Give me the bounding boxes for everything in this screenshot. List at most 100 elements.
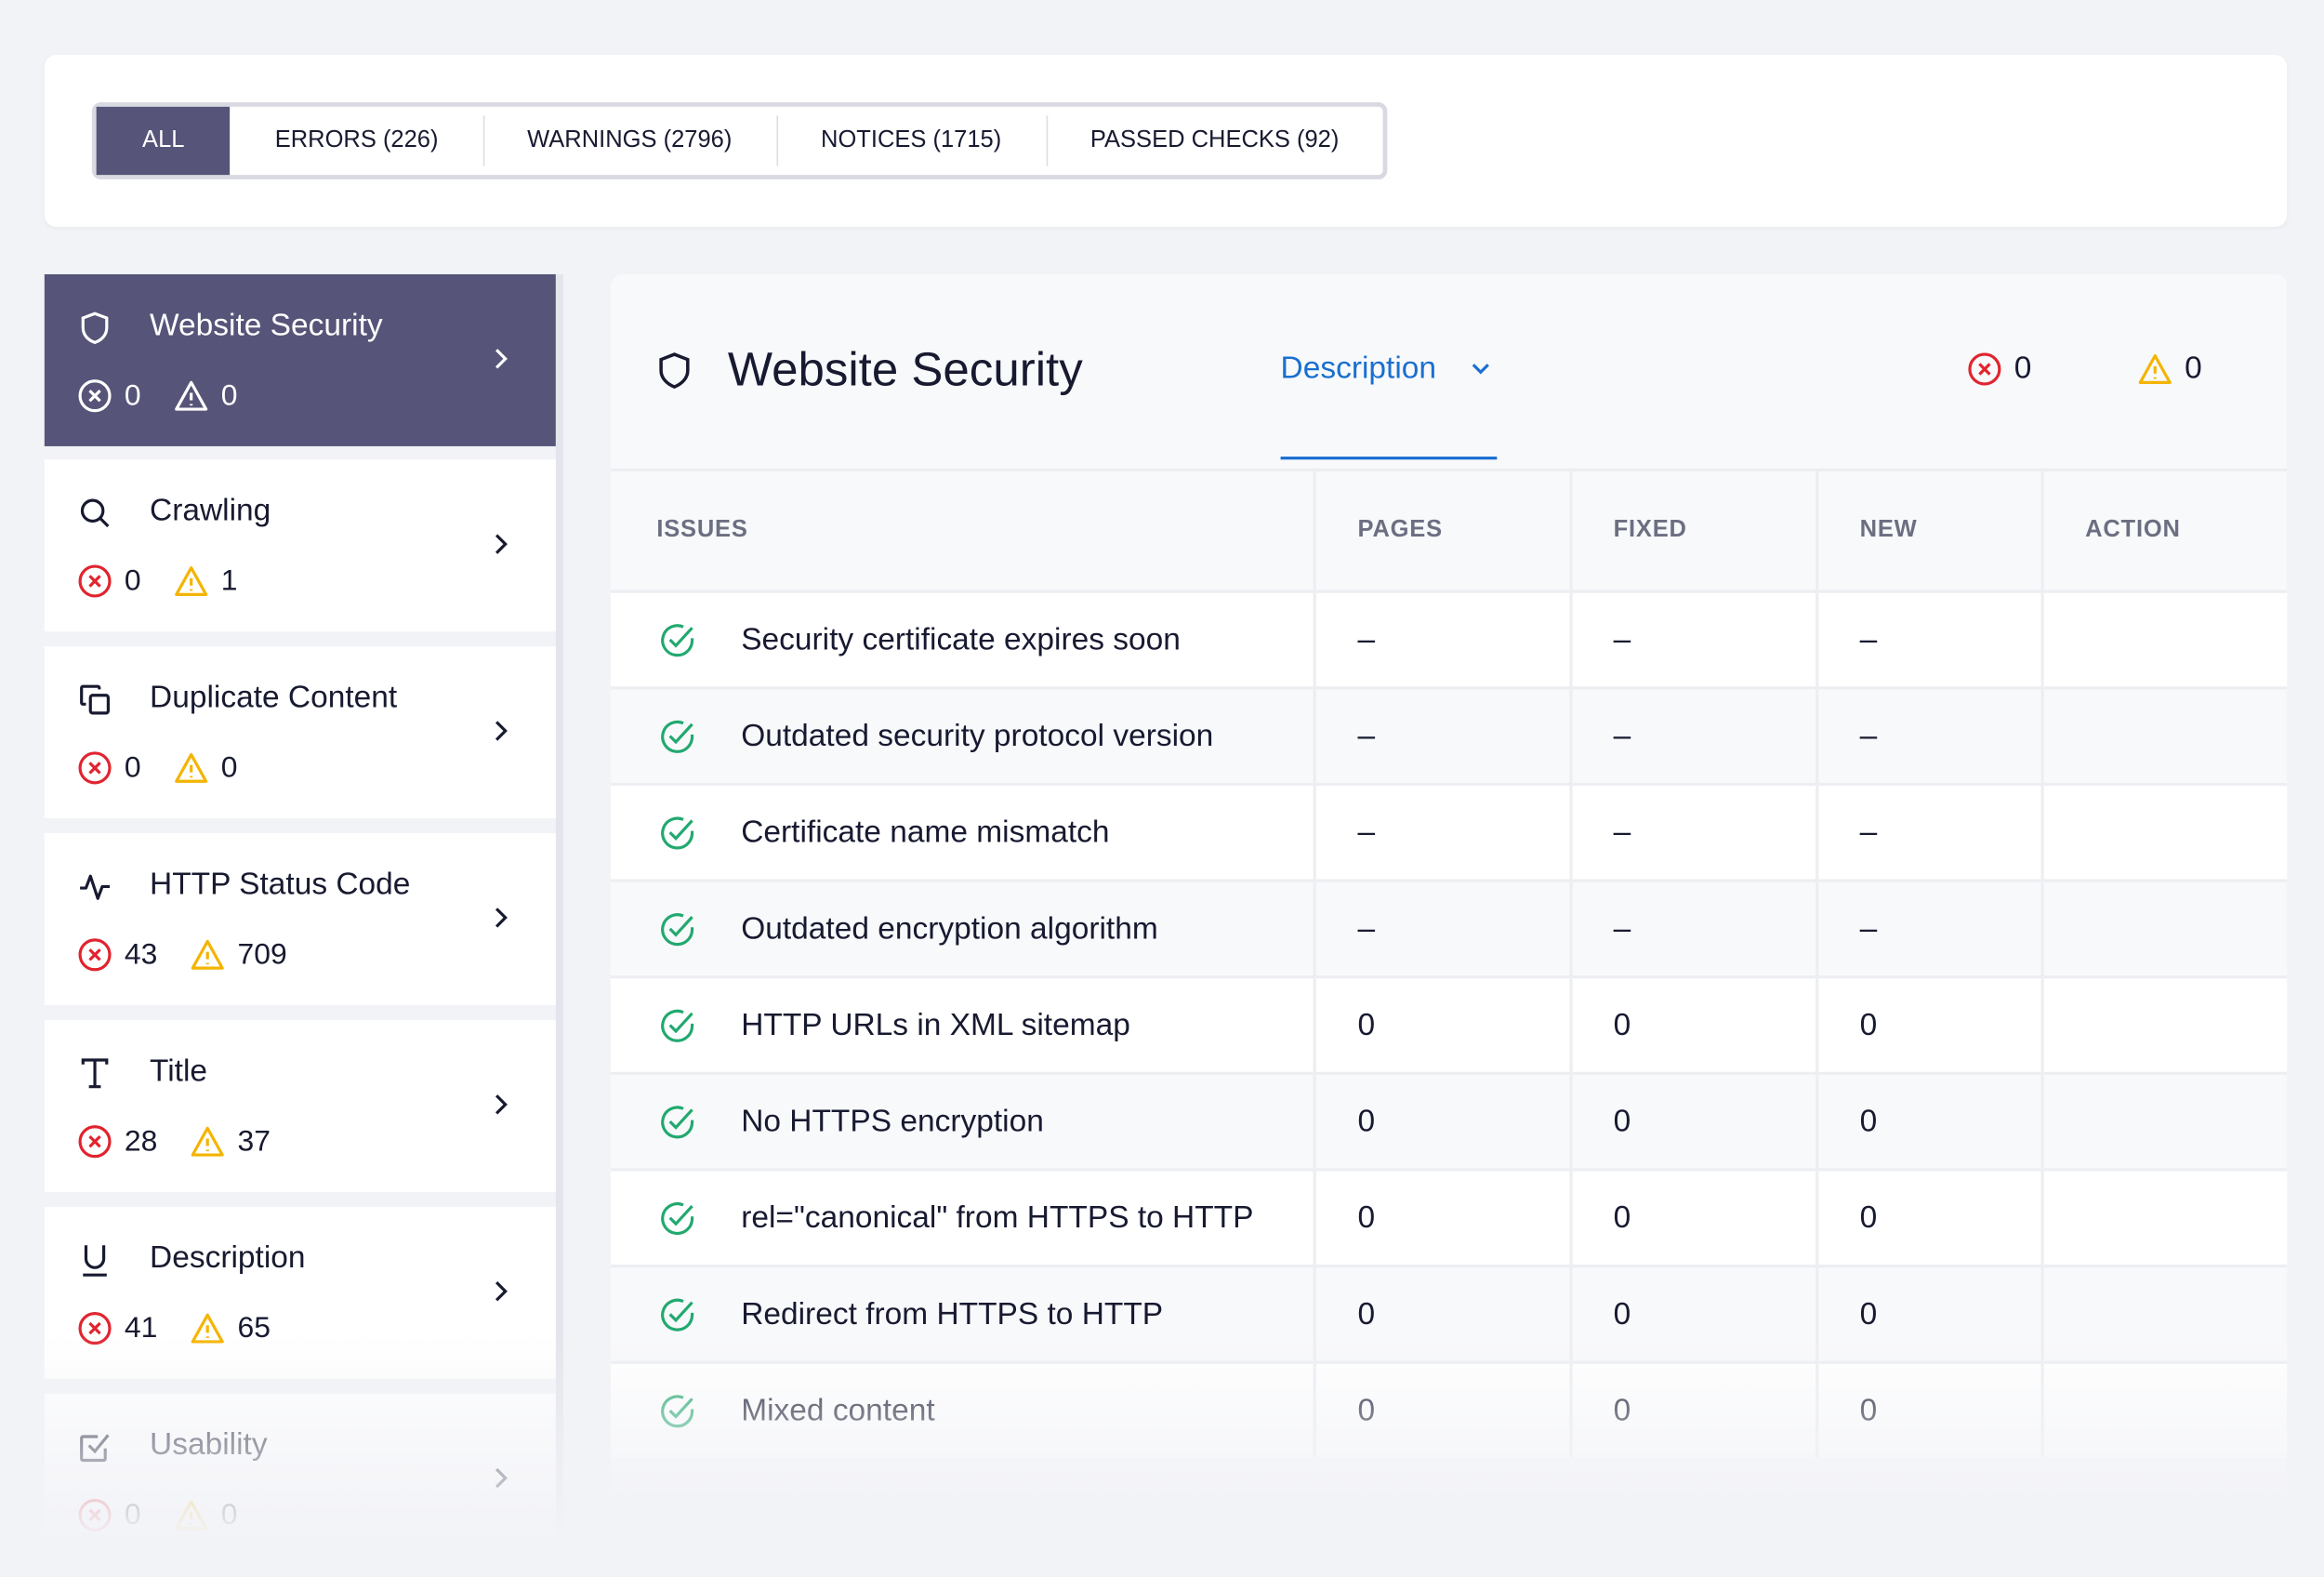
copy-icon xyxy=(80,684,110,715)
sidebar-item-crawling[interactable]: Crawling 0 1 xyxy=(44,459,556,632)
issue-cell: Outdated encryption algorithm xyxy=(610,879,1315,977)
warning-count: 0 xyxy=(220,378,238,412)
chevron-right-icon xyxy=(495,534,508,554)
issue-link[interactable]: Outdated encryption algorithm xyxy=(741,911,1158,947)
action-cell xyxy=(2040,975,2288,1074)
action-cell xyxy=(2040,879,2288,977)
chevron-right-icon xyxy=(495,1281,508,1302)
warning-icon xyxy=(191,939,225,970)
chevron-right-icon xyxy=(495,721,508,741)
sidebar-item-counts: 0 0 xyxy=(77,750,238,786)
tab-notices[interactable]: NOTICES (1715) xyxy=(776,107,1046,175)
issue-link[interactable]: Mixed content xyxy=(741,1393,934,1428)
table-row: HTTP URLs in XML sitemap 0 0 0 xyxy=(610,975,2288,1074)
sidebar-item-duplicate-content[interactable]: Duplicate Content 0 0 xyxy=(44,646,556,819)
new-cell: 0 xyxy=(1815,975,2042,1074)
description-label: Description xyxy=(1280,351,1437,386)
column-header-fixed: FIXED xyxy=(1568,471,1817,592)
table-row: Outdated encryption algorithm – – – xyxy=(610,879,2288,977)
sidebar-item-usability[interactable]: Usability 0 0 xyxy=(44,1393,556,1566)
issues-table: ISSUES PAGES FIXED NEW ACTION Security certi… xyxy=(610,471,2288,1458)
action-cell xyxy=(2040,1071,2288,1170)
action-cell xyxy=(2040,1265,2288,1363)
check-circle-icon xyxy=(661,1201,694,1235)
pages-cell: – xyxy=(1313,590,1571,688)
pages-cell: – xyxy=(1313,686,1571,785)
issue-cell: Security certificate expires soon xyxy=(610,590,1315,688)
issue-link[interactable]: Outdated security protocol version xyxy=(741,718,1213,753)
tab-errors[interactable]: ERRORS (226) xyxy=(231,107,482,175)
sidebar-item-website-security[interactable]: Website Security 0 0 xyxy=(44,273,556,446)
tab-warnings[interactable]: WARNINGS (2796) xyxy=(482,107,776,175)
error-icon xyxy=(78,1498,112,1532)
chevron-down-icon xyxy=(1472,364,1489,375)
table-row: Outdated security protocol version – – – xyxy=(610,686,2288,785)
new-cell: 0 xyxy=(1815,1071,2042,1170)
chevron-right-icon xyxy=(495,349,508,369)
check-circle-icon xyxy=(661,623,694,656)
error-icon xyxy=(78,938,112,972)
new-cell: – xyxy=(1815,686,2042,785)
chevron-right-icon xyxy=(495,1094,508,1115)
action-cell xyxy=(2040,1360,2288,1458)
error-count: 0 xyxy=(124,563,141,597)
issue-link[interactable]: Security certificate expires soon xyxy=(741,622,1181,657)
table-row: rel="canonical" from HTTPS to HTTP 0 0 0 xyxy=(610,1168,2288,1266)
fixed-cell: 0 xyxy=(1568,975,1817,1074)
issue-link[interactable]: Redirect from HTTPS to HTTP xyxy=(741,1296,1163,1332)
fixed-cell: 0 xyxy=(1568,1360,1817,1458)
search-icon xyxy=(80,498,110,528)
error-count: 0 xyxy=(124,1498,141,1531)
pages-cell: 0 xyxy=(1313,1360,1571,1458)
shield-icon xyxy=(659,352,690,390)
check-circle-icon xyxy=(661,1105,694,1138)
issue-cell: Redirect from HTTPS to HTTP xyxy=(610,1265,1315,1363)
issue-cell: rel="canonical" from HTTPS to HTTP xyxy=(610,1168,1315,1266)
warning-icon xyxy=(175,752,208,783)
tab-all[interactable]: ALL xyxy=(96,106,231,176)
issue-cell: Certificate name mismatch xyxy=(610,782,1315,881)
description-dropdown[interactable]: Description xyxy=(1280,351,1498,460)
fixed-cell: 0 xyxy=(1568,1071,1817,1170)
sidebar-item-title[interactable]: Title 28 37 xyxy=(44,1019,556,1192)
fixed-cell: 0 xyxy=(1568,1265,1817,1363)
fixed-cell: – xyxy=(1568,590,1817,688)
pages-cell: – xyxy=(1313,879,1571,977)
action-cell xyxy=(2040,590,2288,688)
pages-cell: – xyxy=(1313,782,1571,881)
sidebar-item-counts: 0 0 xyxy=(77,378,238,414)
issue-cell: No HTTPS encryption xyxy=(610,1071,1315,1170)
warning-count-value: 0 xyxy=(2185,351,2202,386)
new-cell: 0 xyxy=(1815,1265,2042,1363)
sidebar-item-label: Description xyxy=(150,1240,306,1276)
check-circle-icon xyxy=(661,720,694,753)
sidebar-item-counts: 0 0 xyxy=(77,1497,238,1532)
warning-count: 0 xyxy=(220,750,238,784)
table-header: ISSUES PAGES FIXED NEW ACTION xyxy=(611,471,2288,592)
warning-count: 1 xyxy=(220,563,238,597)
error-count: 41 xyxy=(124,1311,158,1345)
sidebar-item-description[interactable]: Description 41 65 xyxy=(44,1206,556,1379)
sidebar-scrollbar[interactable] xyxy=(555,273,563,1535)
issue-link[interactable]: HTTP URLs in XML sitemap xyxy=(741,1007,1130,1042)
checkbox-icon xyxy=(80,1434,110,1463)
warning-count: 0 xyxy=(220,1498,238,1531)
panel-header: Website Security Description 0 0 xyxy=(610,274,2288,472)
error-count: 0 xyxy=(124,378,141,412)
new-cell: – xyxy=(1815,590,2042,688)
issue-link[interactable]: Certificate name mismatch xyxy=(741,815,1109,850)
sidebar-item-http-status-code[interactable]: HTTP Status Code 43 709 xyxy=(44,833,556,1006)
issue-cell: Mixed content xyxy=(610,1360,1315,1458)
site-audit-issues: ALL ERRORS (226) WARNINGS (2796) NOTICES (1… xyxy=(0,0,2324,1577)
pages-cell: 0 xyxy=(1313,1265,1571,1363)
error-icon xyxy=(78,751,112,785)
sidebar-item-counts: 41 65 xyxy=(77,1310,271,1345)
fixed-cell: – xyxy=(1568,782,1817,881)
pages-cell: 0 xyxy=(1313,1168,1571,1266)
issue-link[interactable]: rel="canonical" from HTTPS to HTTP xyxy=(741,1200,1253,1236)
issue-link[interactable]: No HTTPS encryption xyxy=(741,1104,1044,1139)
error-icon xyxy=(78,1312,112,1345)
tab-passed[interactable]: PASSED CHECKS (92) xyxy=(1046,107,1383,175)
error-icon xyxy=(1968,352,2001,386)
error-count: 43 xyxy=(124,937,158,971)
